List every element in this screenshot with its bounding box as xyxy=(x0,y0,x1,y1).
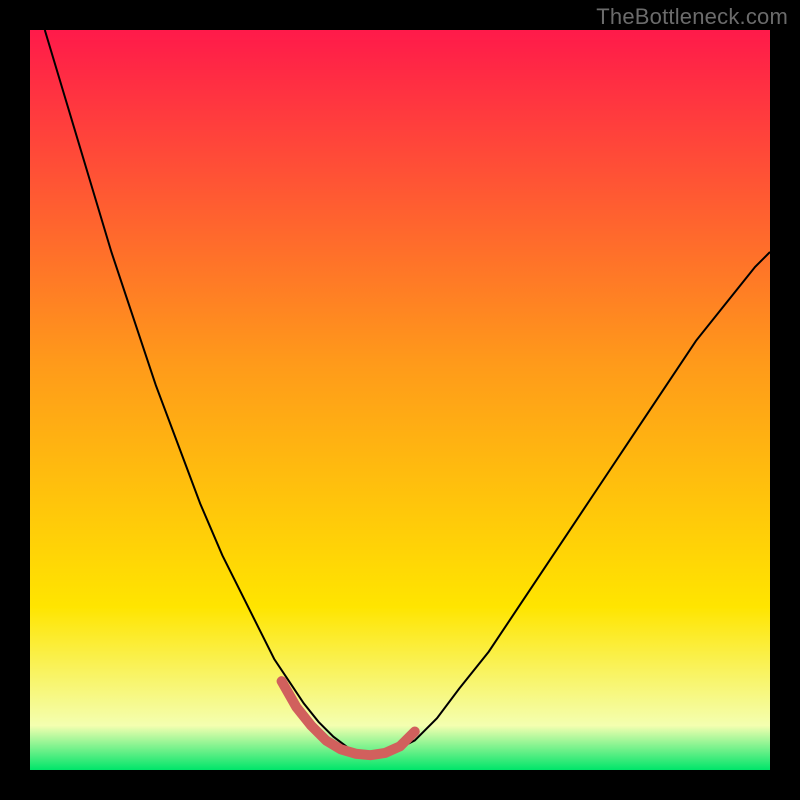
chart-background xyxy=(30,30,770,770)
plot-area xyxy=(30,30,770,770)
watermark-text: TheBottleneck.com xyxy=(596,4,788,30)
chart-frame: TheBottleneck.com xyxy=(0,0,800,800)
chart-svg xyxy=(30,30,770,770)
